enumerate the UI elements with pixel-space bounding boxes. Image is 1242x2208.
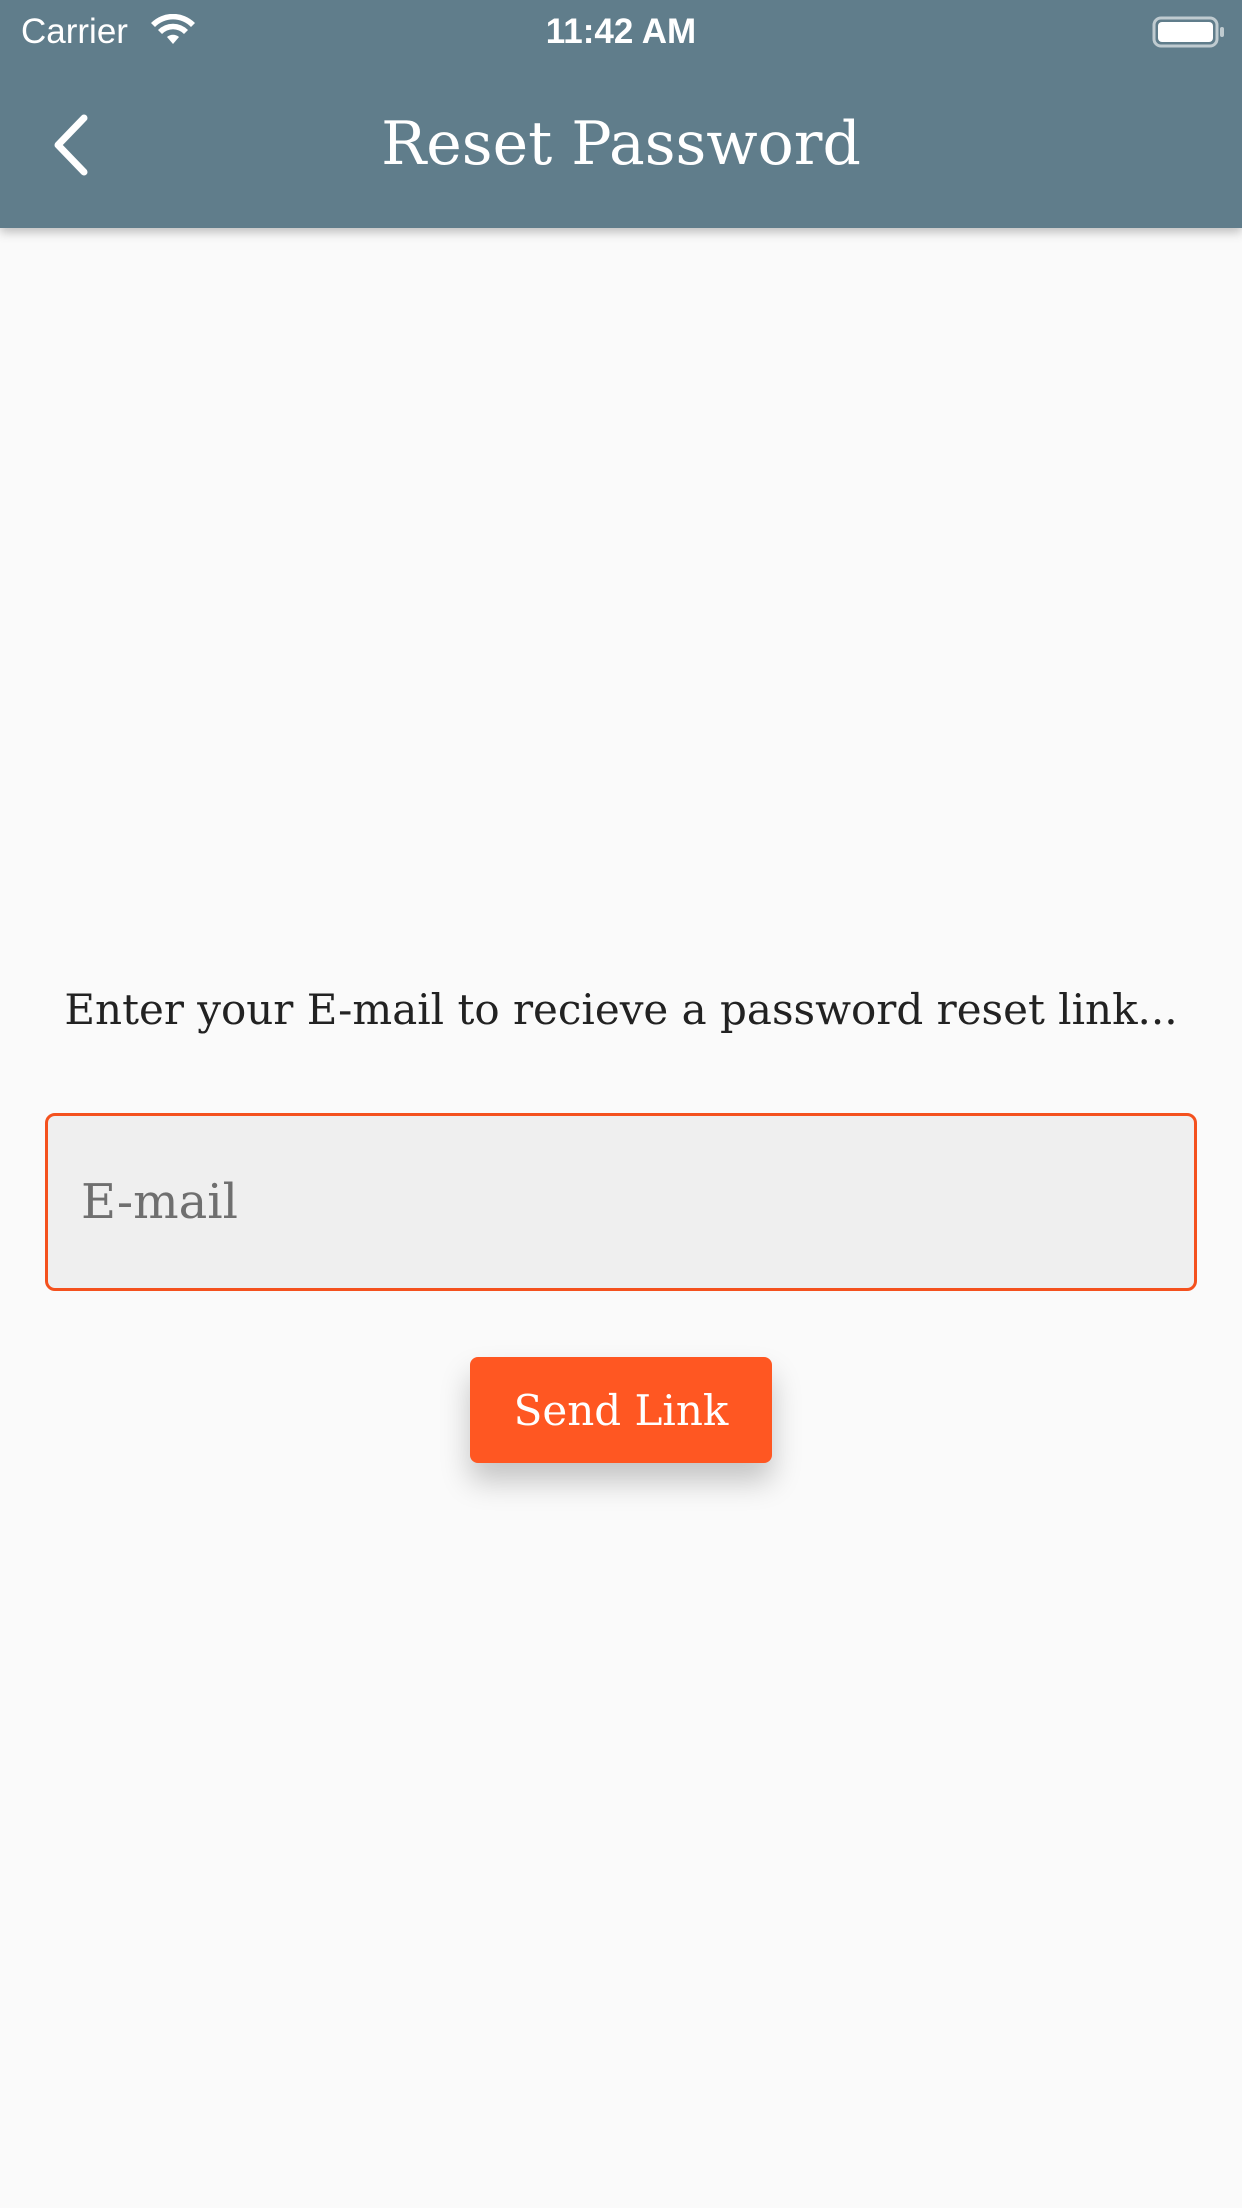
battery-icon: [1152, 16, 1224, 48]
instruction-text: Enter your E-mail to recieve a password …: [64, 985, 1178, 1034]
send-link-button[interactable]: Send Link: [470, 1357, 772, 1463]
email-field[interactable]: [45, 1113, 1197, 1291]
status-bar: Carrier 11:42 AM: [0, 0, 1242, 62]
page-title: Reset Password: [381, 109, 861, 179]
app-bar: Carrier 11:42 AM Reset Password: [0, 0, 1242, 228]
email-input[interactable]: [48, 1116, 1194, 1288]
status-time: 11:42 AM: [545, 12, 697, 51]
